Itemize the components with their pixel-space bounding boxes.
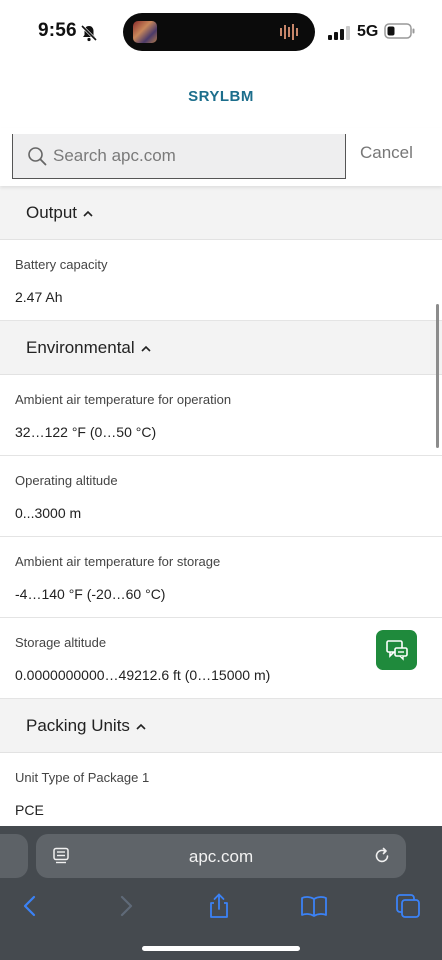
spec-label: Battery capacity <box>15 257 108 272</box>
forward-icon[interactable] <box>112 892 140 920</box>
signal-icon <box>328 26 350 40</box>
spec-row: Ambient air temperature for storage -4…1… <box>0 537 442 618</box>
spec-row: Operating altitude 0...3000 m <box>0 456 442 537</box>
spec-label: Ambient air temperature for operation <box>15 392 232 407</box>
search-input[interactable] <box>53 143 333 169</box>
spec-value: -4…140 °F (-20…60 °C) <box>15 586 166 602</box>
browser-toolbar: apc.com <box>0 826 442 960</box>
spec-label: Storage altitude <box>15 635 107 650</box>
chevron-up-icon <box>136 723 146 730</box>
spec-value: 2.47 Ah <box>15 289 63 305</box>
chevron-up-icon <box>83 210 93 217</box>
network-type: 5G <box>357 23 379 40</box>
spec-value: 0.0000000000…49212.6 ft (0…15000 m) <box>15 667 271 683</box>
section-title: Packing Units <box>26 716 146 736</box>
search-icon <box>28 147 47 166</box>
audio-waveform-icon <box>280 24 298 40</box>
home-indicator[interactable] <box>142 946 300 951</box>
reload-icon[interactable] <box>373 847 391 865</box>
spec-label: Operating altitude <box>15 473 118 488</box>
scrollbar[interactable] <box>436 304 439 448</box>
bookmarks-icon[interactable] <box>300 892 328 920</box>
spec-row: Ambient air temperature for operation 32… <box>0 375 442 456</box>
dynamic-island[interactable] <box>123 13 315 51</box>
page-title: SRYLBM <box>188 88 254 105</box>
spec-value: 32…122 °F (0…50 °C) <box>15 424 157 440</box>
section-header-environmental[interactable]: Environmental <box>0 321 442 375</box>
spec-value: PCE <box>15 802 44 818</box>
spec-row: Battery capacity 2.47 Ah <box>0 240 442 321</box>
spec-label: Unit Type of Package 1 <box>15 770 150 785</box>
cancel-button[interactable]: Cancel <box>360 143 413 163</box>
spec-label: Ambient air temperature for storage <box>15 554 221 569</box>
previous-tab-edge[interactable] <box>0 834 28 878</box>
chat-support-icon <box>385 640 408 661</box>
spec-content[interactable]: Output Battery capacity 2.47 Ah Environm… <box>0 186 442 826</box>
status-bar: 9:56 5G <box>0 0 442 66</box>
search-field[interactable] <box>12 134 346 179</box>
tabs-icon[interactable] <box>394 892 422 920</box>
share-icon[interactable] <box>205 892 233 920</box>
section-header-packing-units[interactable]: Packing Units <box>0 699 442 753</box>
section-header-output[interactable]: Output <box>0 186 442 240</box>
status-time: 9:56 <box>38 20 77 41</box>
now-playing-artwork <box>133 21 157 43</box>
bottom-toolbar <box>0 888 442 928</box>
back-icon[interactable] <box>16 892 44 920</box>
section-title: Environmental <box>26 338 151 358</box>
spec-value: 0...3000 m <box>15 505 82 521</box>
section-title: Output <box>26 203 93 223</box>
page-header: SRYLBM <box>0 66 442 128</box>
battery-icon <box>384 23 415 39</box>
address-bar[interactable]: apc.com <box>36 834 406 878</box>
url-text: apc.com <box>188 847 254 866</box>
chat-button[interactable] <box>376 630 417 670</box>
spec-row: Unit Type of Package 1 PCE <box>0 753 442 826</box>
search-bar: Cancel <box>0 128 442 186</box>
chevron-up-icon <box>141 345 151 352</box>
bell-slash-icon <box>80 24 98 42</box>
